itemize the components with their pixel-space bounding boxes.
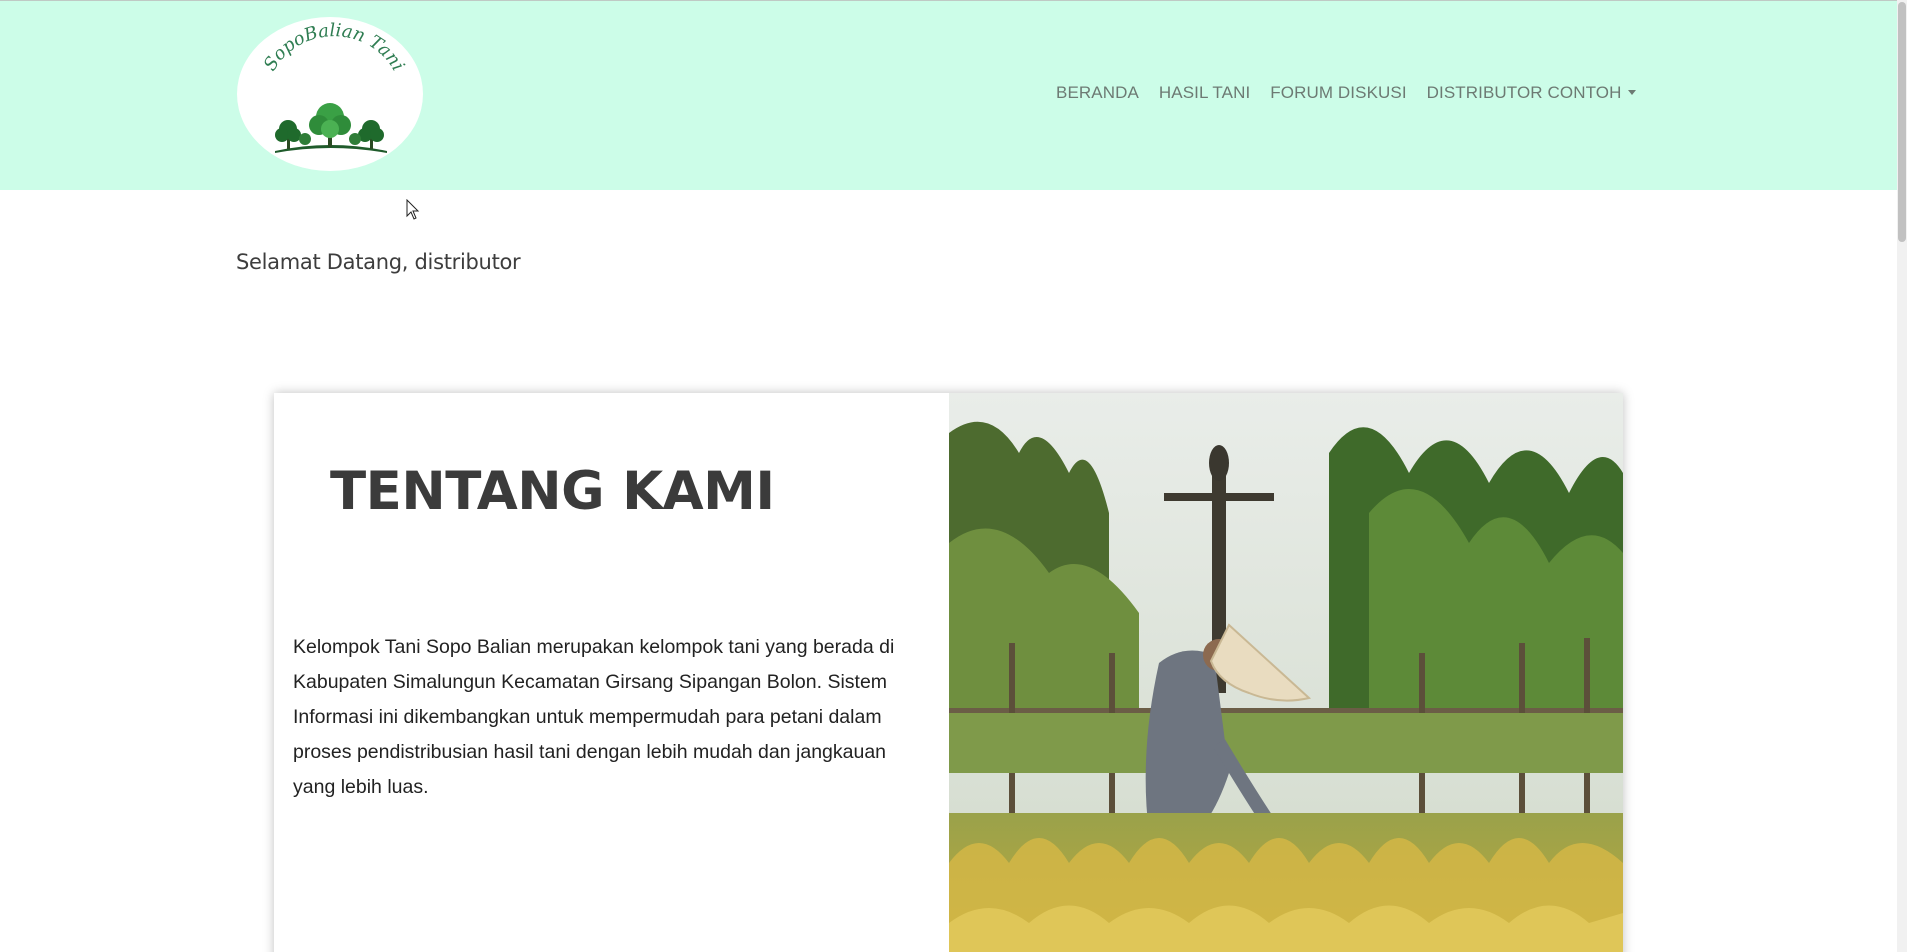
nav-item-forum-diskusi[interactable]: FORUM DISKUSI — [1270, 83, 1406, 103]
nav-item-beranda[interactable]: BERANDA — [1056, 83, 1139, 103]
svg-text:SopoBalian Tani: SopoBalian Tani — [260, 20, 409, 74]
about-title: TENTANG KAMI — [330, 461, 775, 522]
nav-item-hasil-tani[interactable]: HASIL TANI — [1159, 83, 1250, 103]
about-description: Kelompok Tani Sopo Balian merupakan kelo… — [293, 636, 895, 798]
user-menu-label: DISTRIBUTOR CONTOH — [1426, 83, 1622, 102]
main-nav: BERANDA HASIL TANI FORUM DISKUSI DISTRIB… — [1056, 83, 1637, 103]
brand-logo[interactable]: SopoBalian Tani — [237, 17, 423, 171]
logo-graphic: SopoBalian Tani — [260, 20, 409, 153]
farmer-photo — [949, 393, 1623, 952]
page-scrollbar[interactable] — [1897, 0, 1907, 952]
logo-text: SopoBalian Tani — [260, 20, 409, 74]
navbar: SopoBalian Tani BERANDA HASIL TANI FORUM… — [0, 0, 1897, 190]
chevron-down-icon — [1628, 90, 1637, 95]
farmer-field-image — [949, 393, 1623, 952]
welcome-message: Selamat Datang, distributor — [236, 250, 521, 274]
scrollbar-thumb[interactable] — [1898, 2, 1906, 242]
page: SopoBalian Tani BERANDA HASIL TANI FORUM… — [0, 0, 1907, 952]
mouse-pointer-icon — [406, 199, 420, 220]
about-card: TENTANG KAMI Kelompok Tani Sopo Balian m… — [274, 393, 1623, 952]
about-text-panel: TENTANG KAMI Kelompok Tani Sopo Balian m… — [274, 393, 949, 952]
nav-item-user-menu[interactable]: DISTRIBUTOR CONTOH — [1427, 83, 1637, 103]
